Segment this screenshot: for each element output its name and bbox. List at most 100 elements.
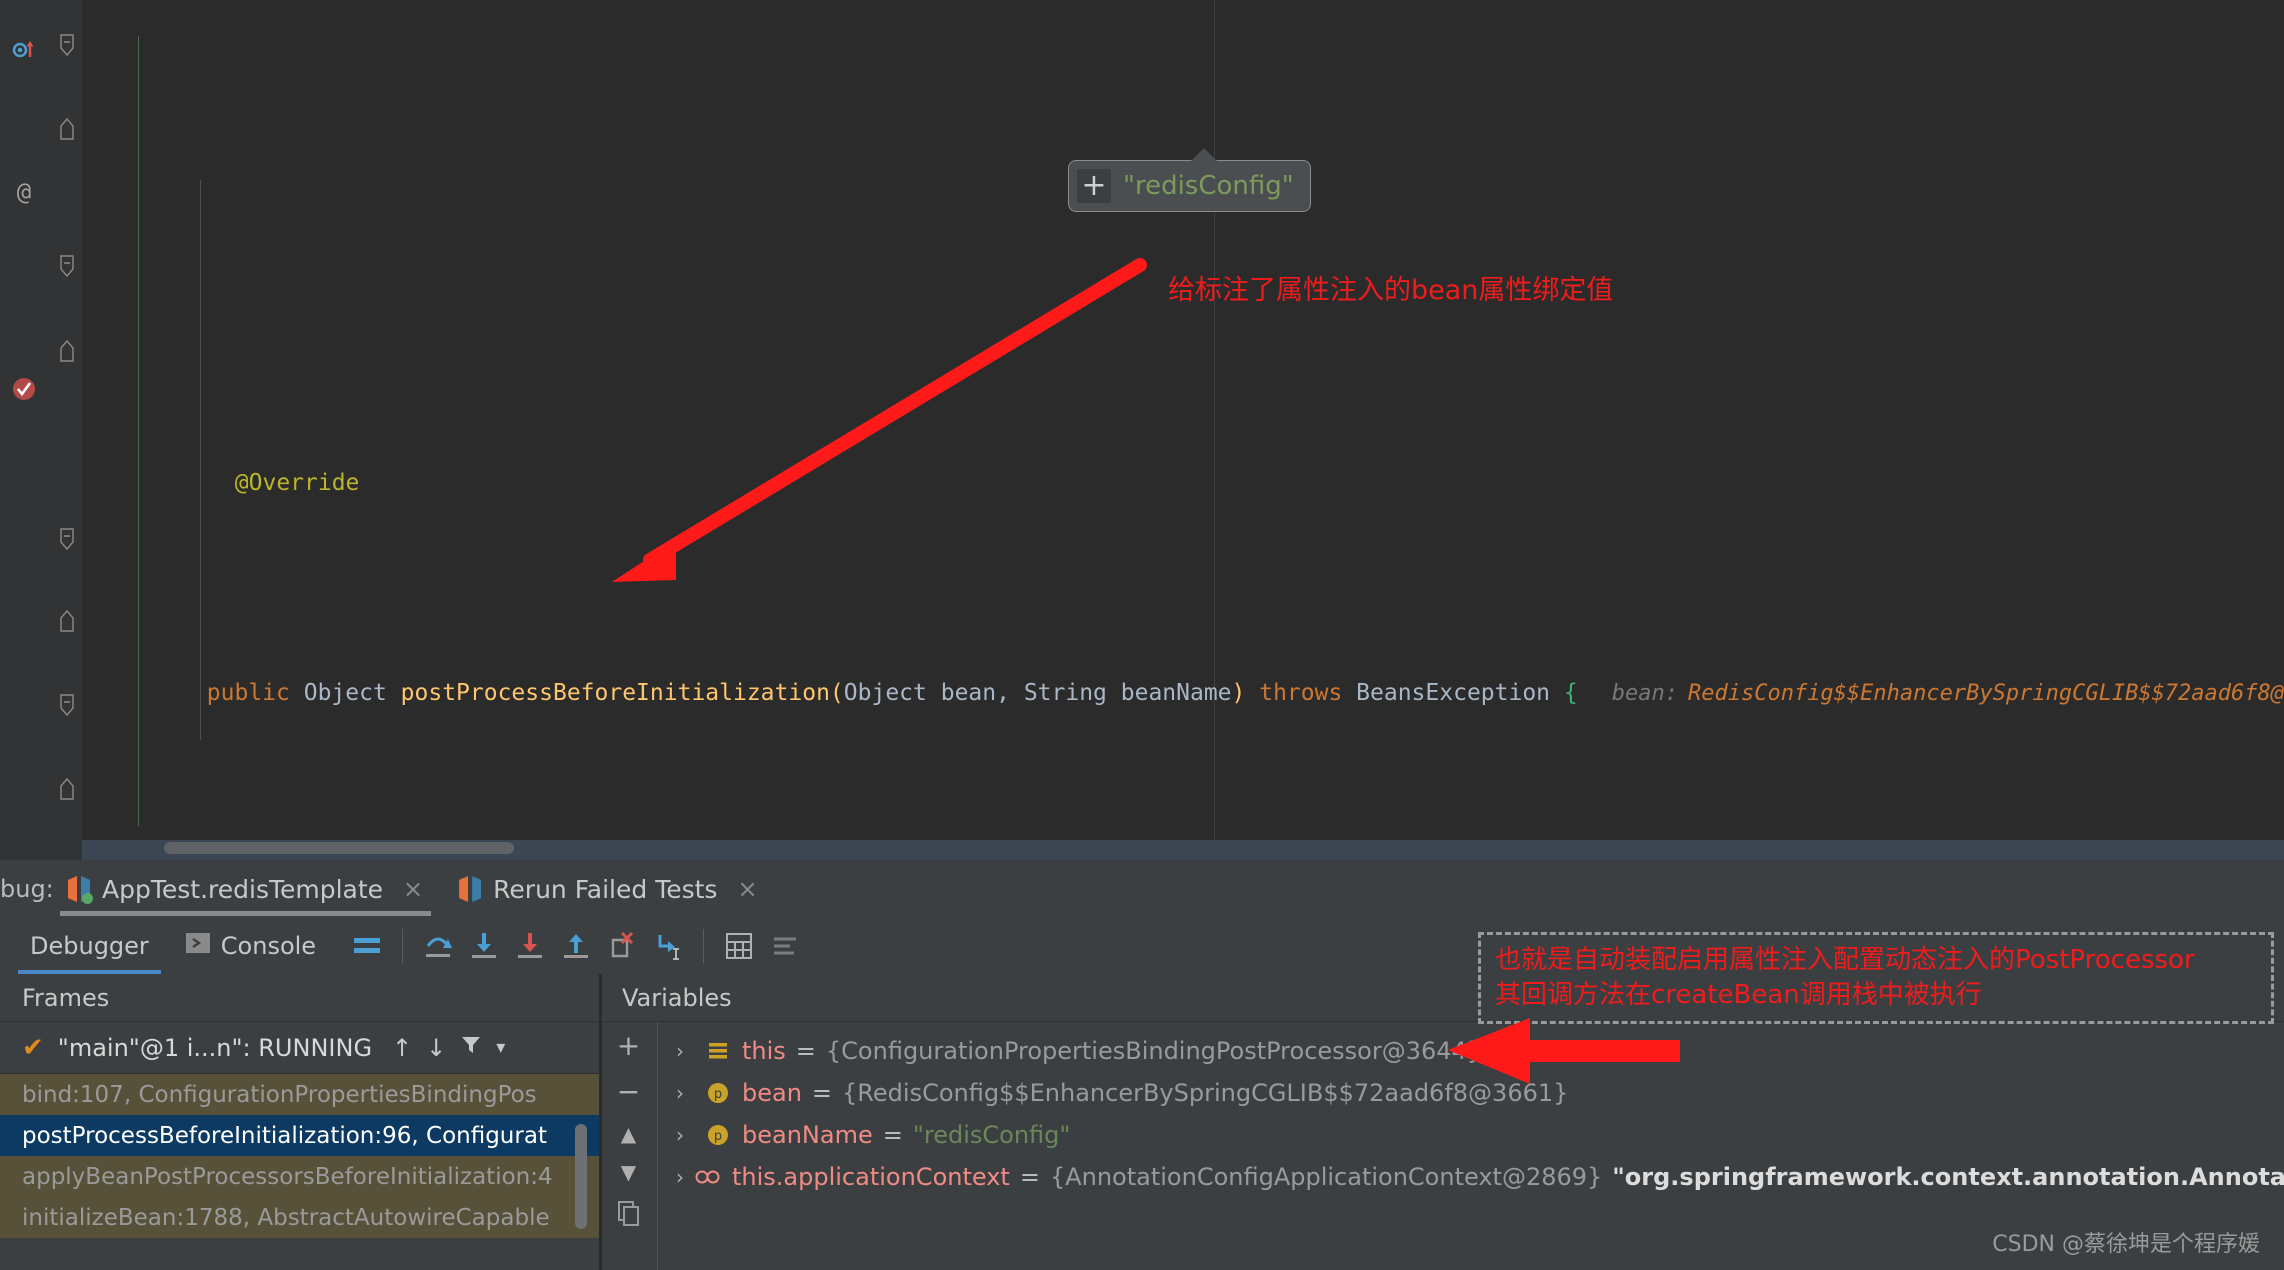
editor-gutter[interactable]: @ bbox=[0, 0, 52, 860]
code-folding-column[interactable] bbox=[52, 0, 82, 860]
code-token: ) bbox=[1231, 680, 1246, 706]
variable-row-application-context[interactable]: › this.applicationContext = {AnnotationC… bbox=[658, 1156, 2284, 1198]
debug-tool-window: bug: AppTest.redisTemplate × Rerun Faile… bbox=[0, 860, 2284, 1270]
code-token: Object bbox=[303, 680, 401, 706]
move-down-icon[interactable]: ▼ bbox=[621, 1162, 636, 1182]
move-down-icon[interactable]: ↓ bbox=[426, 1034, 446, 1062]
annotation-gutter-icon[interactable]: @ bbox=[10, 178, 38, 206]
frame-item[interactable]: initializeBean:1788, AbstractAutowireCap… bbox=[0, 1197, 599, 1238]
editor-horizontal-scrollbar[interactable] bbox=[164, 842, 2284, 854]
thread-running-icon: ✔ bbox=[22, 1032, 44, 1063]
equals-sign: = bbox=[811, 1079, 833, 1107]
value-tooltip-popup[interactable]: + "redisConfig" bbox=[1068, 160, 1311, 212]
tab-console[interactable]: Console bbox=[167, 918, 334, 974]
fold-marker-icon[interactable] bbox=[60, 528, 75, 551]
annotation-box-line-2: 其回调方法在createBean调用栈中被执行 bbox=[1495, 980, 1982, 1011]
expand-chevron-icon[interactable]: › bbox=[676, 1165, 684, 1189]
pane-divider[interactable] bbox=[600, 974, 602, 1270]
parameter-icon: p bbox=[704, 1121, 732, 1149]
remove-watch-icon[interactable]: − bbox=[617, 1078, 640, 1106]
breakpoint-verified-icon[interactable] bbox=[10, 375, 38, 403]
fold-marker-icon[interactable] bbox=[60, 777, 75, 800]
variable-name: beanName bbox=[742, 1121, 873, 1149]
code-token: beanName bbox=[1106, 680, 1232, 706]
close-icon[interactable]: × bbox=[403, 875, 423, 903]
code-token: ( bbox=[829, 680, 844, 706]
expand-chevron-icon[interactable]: › bbox=[676, 1081, 694, 1105]
watermark-text: CSDN @蔡徐坤是个程序媛 bbox=[1992, 1232, 2260, 1257]
equals-sign: = bbox=[882, 1121, 903, 1149]
step-out-icon[interactable] bbox=[553, 923, 599, 969]
tooltip-arrow bbox=[1190, 148, 1218, 162]
toolbar-separator bbox=[703, 929, 705, 963]
fold-marker-icon[interactable] bbox=[60, 609, 75, 632]
debug-window-label: bug: bbox=[0, 875, 54, 903]
equals-sign: = bbox=[795, 1037, 816, 1065]
code-token: postProcessBeforeInitialization bbox=[400, 680, 830, 706]
close-icon[interactable]: × bbox=[737, 875, 757, 903]
run-tab-apptest-redistemplate[interactable]: AppTest.redisTemplate × bbox=[50, 860, 441, 918]
variables-sidebar-buttons: + − ▲ ▼ bbox=[600, 1022, 658, 1270]
run-to-cursor-icon[interactable] bbox=[645, 923, 691, 969]
run-configuration-icon bbox=[459, 876, 482, 902]
scrollbar-thumb[interactable] bbox=[164, 842, 514, 854]
step-into-icon[interactable] bbox=[461, 923, 507, 969]
add-watch-icon[interactable]: + bbox=[617, 1032, 640, 1060]
frames-list[interactable]: bind:107, ConfigurationPropertiesBinding… bbox=[0, 1074, 599, 1238]
settings-icon[interactable] bbox=[762, 923, 808, 969]
fold-marker-icon[interactable] bbox=[60, 255, 75, 278]
fold-marker-icon[interactable] bbox=[60, 34, 75, 57]
code-line[interactable]: public Object postProcessBeforeInitializ… bbox=[82, 630, 2284, 706]
inline-hint-label: bean: bbox=[1611, 681, 1678, 706]
chevron-down-icon[interactable]: ▾ bbox=[496, 1037, 505, 1058]
expand-chevron-icon[interactable]: › bbox=[676, 1123, 694, 1147]
frames-scrollbar[interactable] bbox=[575, 1124, 587, 1229]
console-icon bbox=[185, 930, 211, 962]
variable-value: {ConfigurationPropertiesBindingPostProce… bbox=[825, 1037, 1483, 1065]
code-token: public bbox=[206, 680, 304, 706]
fold-marker-icon[interactable] bbox=[60, 694, 75, 717]
evaluate-expression-icon[interactable] bbox=[716, 923, 762, 969]
code-editor: @ @Override public Object postProcessBef… bbox=[0, 0, 2284, 1126]
run-method-icon[interactable] bbox=[10, 36, 38, 64]
run-tab-rerun-failed-tests[interactable]: Rerun Failed Tests × bbox=[441, 860, 775, 918]
variable-row-bean[interactable]: › p bean = {RedisConfig$$EnhancerBySprin… bbox=[658, 1072, 2284, 1114]
frame-item-selected[interactable]: postProcessBeforeInitialization:96, Conf… bbox=[0, 1115, 599, 1156]
expand-plus-icon[interactable]: + bbox=[1077, 169, 1111, 203]
variable-name: bean bbox=[742, 1079, 802, 1107]
ide-window: @ @Override public Object postProcessBef… bbox=[0, 0, 2284, 1270]
move-up-icon[interactable]: ↑ bbox=[392, 1034, 412, 1062]
tab-debugger-label: Debugger bbox=[30, 932, 149, 960]
parameter-icon: p bbox=[704, 1079, 732, 1107]
code-line[interactable]: @Override bbox=[82, 420, 2284, 496]
copy-icon[interactable] bbox=[617, 1200, 641, 1230]
variable-row-this[interactable]: › this = {ConfigurationPropertiesBinding… bbox=[658, 1030, 2284, 1072]
frames-header: Frames bbox=[0, 974, 599, 1022]
code-token: bean, bbox=[926, 680, 1024, 706]
step-over-icon[interactable] bbox=[415, 923, 461, 969]
field-chain-icon bbox=[694, 1163, 722, 1191]
drop-frame-icon[interactable] bbox=[599, 923, 645, 969]
thread-label: "main"@1 i...n": RUNNING bbox=[57, 1033, 373, 1062]
run-tab-label: AppTest.redisTemplate bbox=[102, 874, 384, 904]
frame-item[interactable]: bind:107, ConfigurationPropertiesBinding… bbox=[0, 1074, 599, 1115]
variable-value: "redisConfig" bbox=[912, 1121, 1071, 1149]
frame-item[interactable]: applyBeanPostProcessorsBeforeInitializat… bbox=[0, 1156, 599, 1197]
code-token: throws bbox=[1245, 680, 1357, 706]
expand-chevron-icon[interactable]: › bbox=[676, 1039, 694, 1063]
move-up-icon[interactable]: ▲ bbox=[621, 1124, 636, 1144]
force-step-into-icon[interactable] bbox=[507, 923, 553, 969]
thread-selector[interactable]: ✔ "main"@1 i...n": RUNNING ↑ ↓ ▾ bbox=[0, 1022, 599, 1074]
tab-debugger[interactable]: Debugger bbox=[12, 918, 167, 974]
annotation-box-line-1: 也就是自动装配启用属性注入配置动态注入的PostProcessor bbox=[1495, 945, 2195, 975]
fold-marker-icon[interactable] bbox=[60, 117, 75, 140]
code-text[interactable]: @Override public Object postProcessBefor… bbox=[82, 0, 2284, 1126]
filter-icon[interactable] bbox=[460, 1034, 482, 1062]
variable-value-extra: "org.springframework.context.annotation.… bbox=[1612, 1163, 2284, 1191]
fold-marker-icon[interactable] bbox=[60, 339, 75, 362]
run-tab-label: Rerun Failed Tests bbox=[493, 874, 718, 904]
annotation-box-postprocessor: 也就是自动装配启用属性注入配置动态注入的PostProcessor 其回调方法在… bbox=[1478, 932, 2274, 1025]
code-token: { bbox=[1563, 680, 1578, 706]
layout-settings-icon[interactable] bbox=[344, 923, 390, 969]
variable-row-beanname[interactable]: › p beanName = "redisConfig" bbox=[658, 1114, 2284, 1156]
